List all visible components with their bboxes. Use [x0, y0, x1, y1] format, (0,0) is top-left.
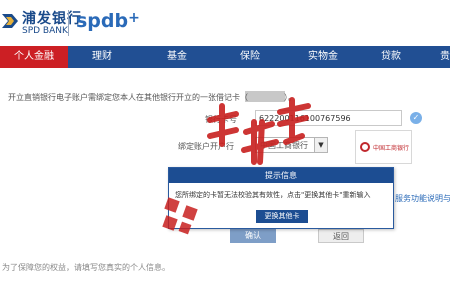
alert-dialog: 提示信息 您所绑定的卡暂无法校验其有效性，点击"更换其他卡"重新输入 更换其他卡: [168, 167, 394, 229]
chevron-down-icon: ▼: [314, 138, 327, 152]
confirm-button[interactable]: 确认: [230, 229, 276, 243]
brand-mark: spdb: [76, 10, 129, 32]
change-card-button[interactable]: 更换其他卡: [256, 210, 308, 223]
spdb-brand: spdb+: [76, 10, 140, 32]
main-nav: 个人金融 理财 基金 保险 实物金 贷款 贵: [0, 46, 450, 68]
dialog-message: 您所绑定的卡暂无法校验其有效性，点击"更换其他卡"重新输入: [175, 191, 371, 199]
service-description-link[interactable]: 服务功能说明与: [395, 193, 450, 204]
page: 浦发银行 SPD BANK spdb+ 个人金融 理财 基金 保险 实物金 贷款…: [0, 0, 450, 302]
header: 浦发银行 SPD BANK spdb+: [0, 0, 450, 46]
back-button[interactable]: 返回: [318, 229, 364, 243]
card-number-input[interactable]: [255, 110, 402, 126]
nav-item-gold[interactable]: 实物金: [308, 46, 338, 68]
bank-select[interactable]: 中国工商银行 ▼: [255, 137, 328, 153]
dialog-title: 提示信息: [169, 168, 393, 183]
bank-name-cn: 浦发银行: [22, 11, 82, 27]
bank-label: 绑定账户开户行: [178, 142, 234, 151]
bank-logo: 中国工商银行: [355, 130, 412, 164]
nav-item-loans[interactable]: 贷款: [381, 46, 401, 68]
brand-mark-suffix: +: [128, 10, 140, 26]
intro-main: 开立直销银行电子账户需绑定您本人在其他银行开立的一张借记卡（: [8, 93, 248, 102]
spd-logo-icon: [2, 14, 18, 28]
bank-name-en: SPD BANK: [22, 26, 68, 36]
icbc-logo-icon: [360, 142, 370, 152]
nav-item-wealth[interactable]: 理财: [92, 46, 112, 68]
intro-text: 开立直销银行电子账户需绑定您本人在其他银行开立的一张借记卡（ ）。: [8, 92, 296, 103]
footer-note: 为了保障您的权益，请填写您真实的个人信息。: [2, 263, 170, 272]
nav-item-personal-finance[interactable]: 个人金融: [0, 46, 68, 68]
check-circle-icon: ✓: [410, 112, 422, 124]
nav-item-funds[interactable]: 基金: [167, 46, 187, 68]
bank-logo-text: 中国工商银行: [373, 145, 410, 152]
card-number-label: 银行卡号: [205, 115, 237, 124]
logo-divider: [68, 10, 69, 36]
nav-item-more[interactable]: 贵: [440, 46, 450, 68]
nav-item-insurance[interactable]: 保险: [240, 46, 260, 68]
bank-select-value: 中国工商银行: [260, 141, 308, 150]
intro-suffix: ）。: [284, 93, 296, 102]
